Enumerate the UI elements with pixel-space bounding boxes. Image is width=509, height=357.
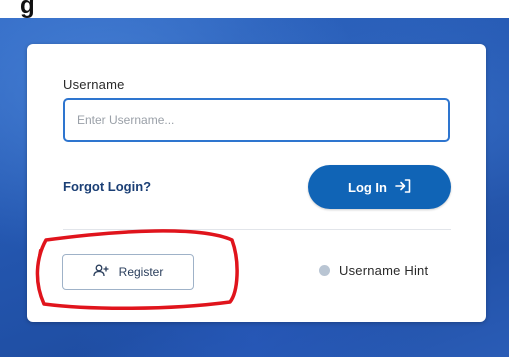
- login-button-label: Log In: [348, 179, 387, 195]
- login-card: Username Forgot Login? Log In Register U…: [27, 44, 486, 322]
- register-button-label: Register: [118, 265, 164, 279]
- username-hint-label: Username Hint: [339, 263, 429, 278]
- username-hint-link[interactable]: Username Hint: [319, 263, 428, 278]
- register-button[interactable]: Register: [62, 254, 194, 290]
- page-heading-fragment: g: [20, 0, 35, 19]
- forgot-login-link[interactable]: Forgot Login?: [63, 179, 151, 194]
- divider: [63, 229, 451, 230]
- sign-in-arrow-icon: [395, 178, 411, 196]
- add-user-icon: [93, 264, 109, 280]
- username-label: Username: [63, 77, 125, 92]
- login-button[interactable]: Log In: [308, 165, 451, 209]
- info-dot-icon: [319, 265, 330, 276]
- username-input[interactable]: [63, 98, 450, 142]
